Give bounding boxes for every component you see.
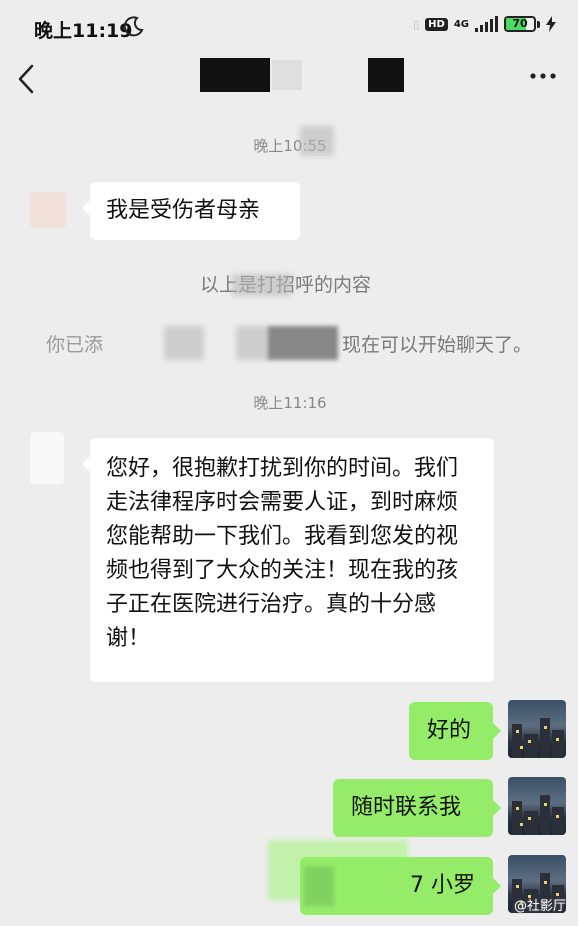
hd-badge: HD	[425, 17, 448, 31]
redaction-blur	[268, 326, 338, 360]
redaction-blur	[304, 866, 334, 906]
redaction-blur	[232, 274, 292, 296]
message-text: 我是受伤者母亲	[106, 198, 261, 223]
message-text: 随时联系我	[351, 795, 462, 820]
message-bubble-sent[interactable]: 随时联系我	[333, 779, 501, 837]
redacted-title-blur	[272, 60, 302, 90]
message-text: 好的	[427, 718, 472, 743]
watermark: @社影厅	[513, 899, 566, 914]
battery-level: 70	[512, 17, 528, 30]
battery-icon: 70	[504, 16, 540, 32]
system-message-prefix: 你已添	[46, 334, 104, 356]
more-icon[interactable]	[528, 66, 558, 86]
back-arrow-icon[interactable]	[16, 62, 36, 96]
user-avatar[interactable]	[508, 700, 566, 758]
status-bar: 晚上11:19 ▯ HD 4G 70	[0, 0, 578, 52]
user-avatar[interactable]	[508, 777, 566, 835]
redaction-blur	[164, 326, 204, 360]
status-time: 晚上11:19	[34, 20, 133, 42]
chat-header	[0, 52, 578, 108]
contact-avatar[interactable]	[30, 192, 66, 228]
status-icons: ▯ HD 4G 70	[413, 16, 556, 32]
network-label: 4G	[453, 18, 469, 30]
charging-icon	[546, 16, 556, 32]
redaction-blur	[300, 126, 334, 156]
message-bubble-received[interactable]: 我是受伤者母亲	[82, 182, 300, 240]
redacted-title	[200, 58, 270, 92]
message-text: 您好，很抱歉打扰到你的时间。我们走法律程序时会需要人证，到时麻烦您能帮助一下我们…	[106, 456, 459, 651]
timestamp: 晚上11:16	[253, 394, 327, 412]
message-text: 7 小罗	[410, 873, 475, 898]
contact-avatar[interactable]	[30, 432, 64, 484]
message-bubble-received[interactable]: 您好，很抱歉打扰到你的时间。我们走法律程序时会需要人证，到时麻烦您能帮助一下我们…	[82, 438, 494, 682]
redaction-blur	[236, 326, 270, 360]
redacted-title-2	[368, 58, 404, 92]
moon-icon	[123, 16, 144, 37]
system-message-suffix: 现在可以开始聊天了。	[342, 334, 533, 356]
silent-icon: ▯	[413, 17, 420, 31]
message-bubble-sent[interactable]: 好的	[409, 702, 501, 760]
signal-icon	[475, 16, 498, 32]
